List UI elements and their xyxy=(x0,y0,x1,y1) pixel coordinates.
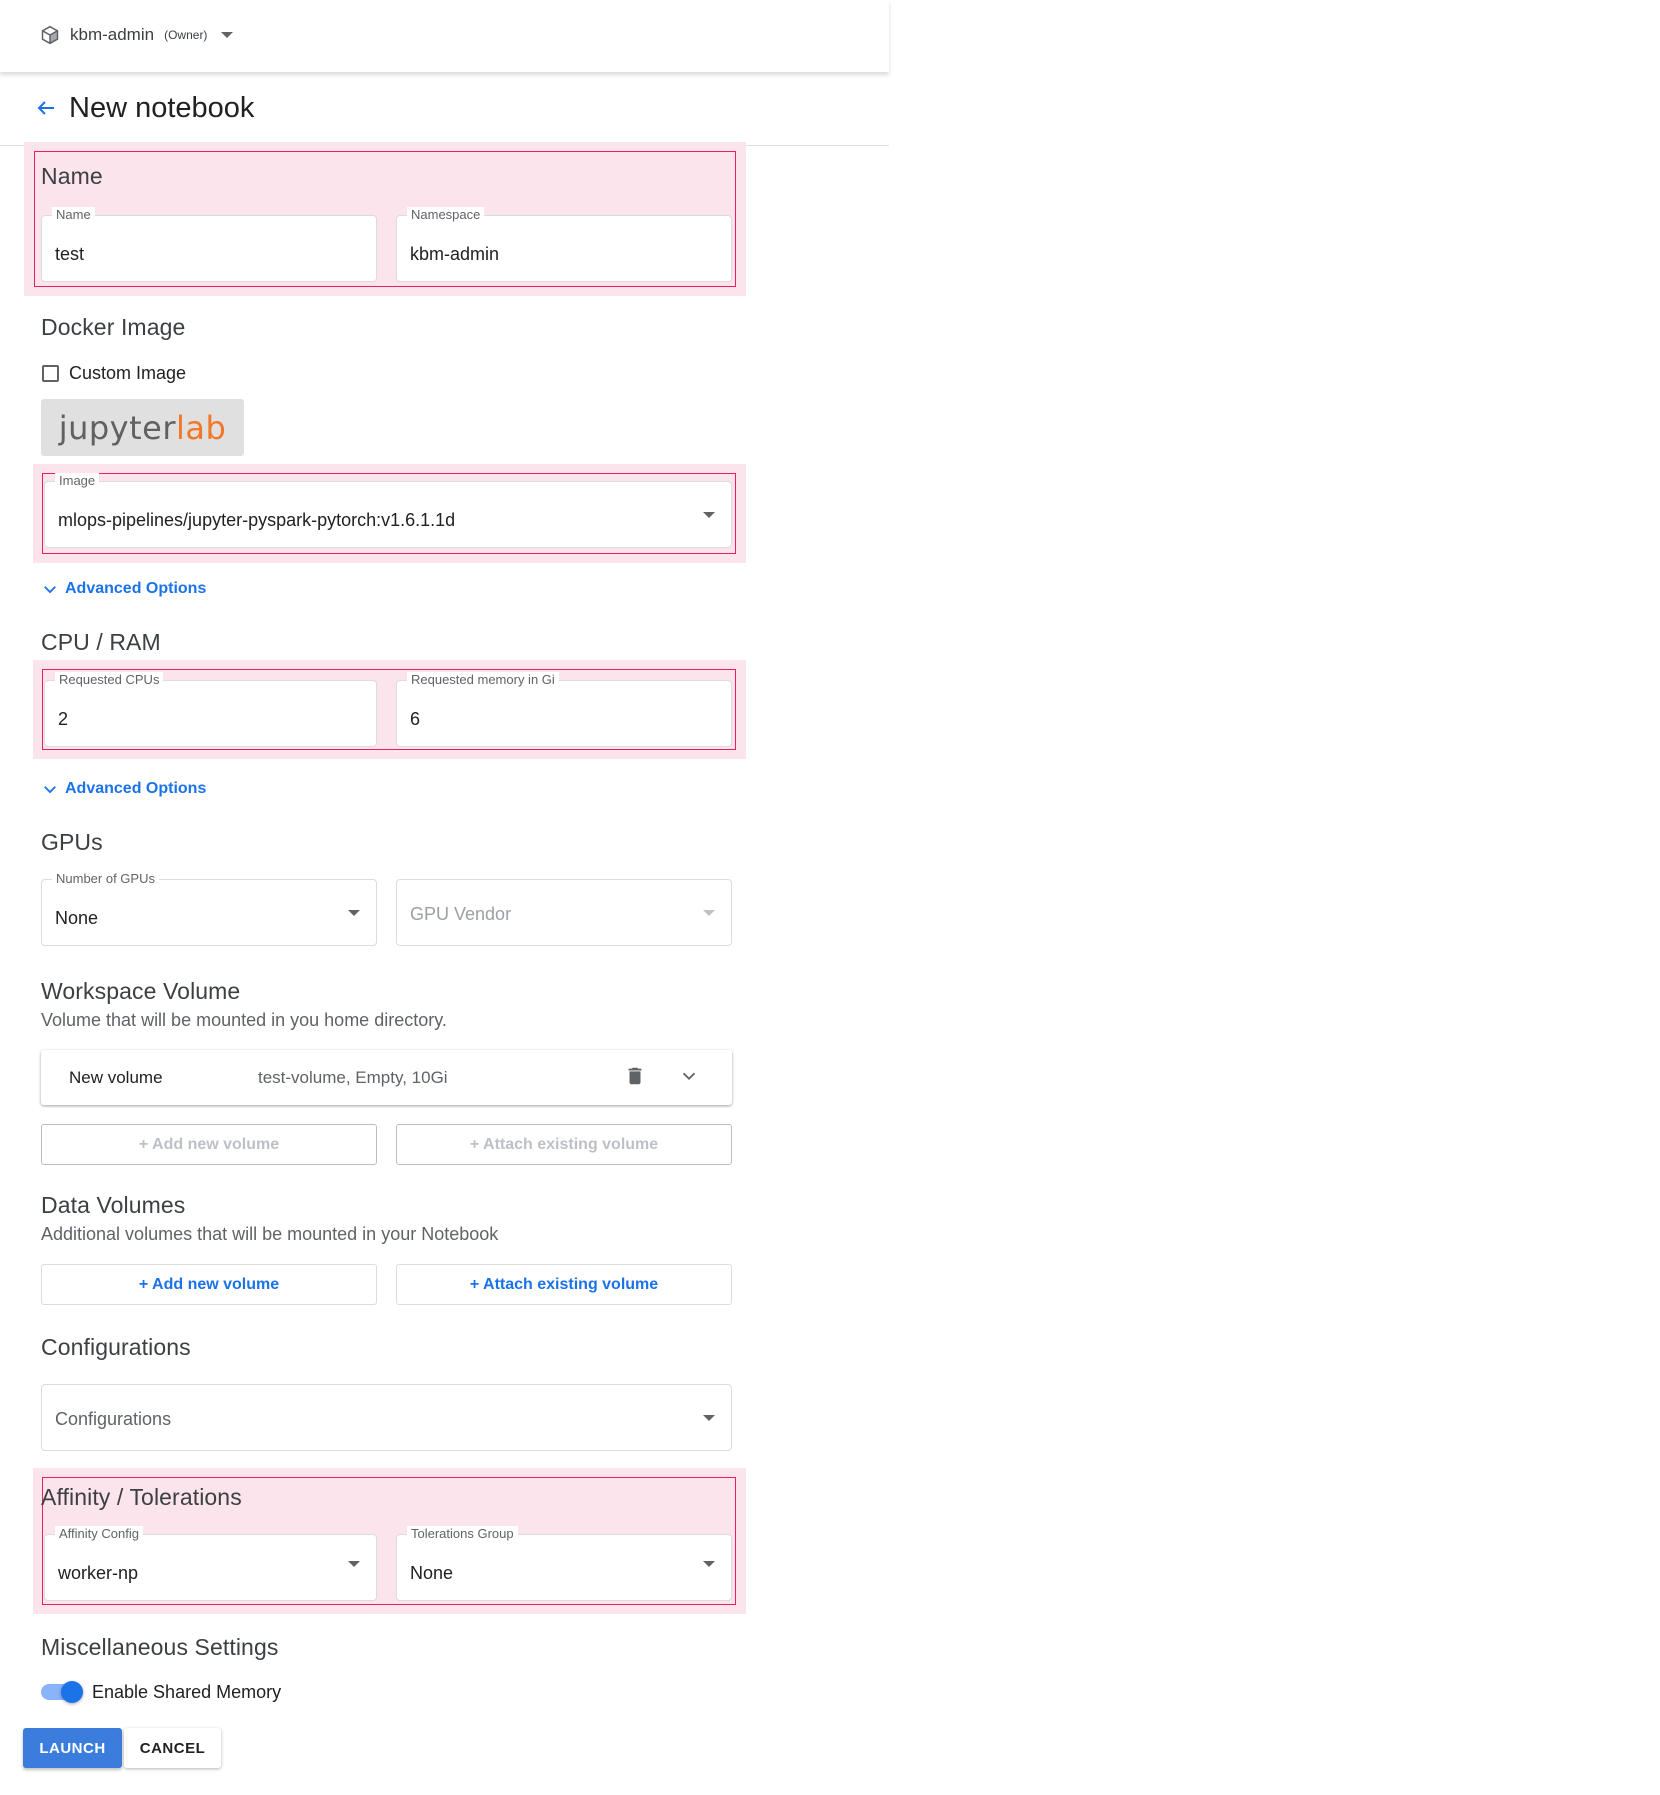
data-add-new-volume-button[interactable]: + Add new volume xyxy=(41,1264,377,1305)
gpu-count-value: None xyxy=(55,908,99,928)
cpu-advanced-label: Advanced Options xyxy=(65,780,207,797)
image-select-value: mlops-pipelines/jupyter-pyspark-pytorch:… xyxy=(58,510,456,530)
shared-memory-toggle-thumb[interactable] xyxy=(61,1681,83,1703)
data-volumes-section-description: Additional volumes that will be mounted … xyxy=(41,1224,499,1244)
chevron-down-icon xyxy=(44,586,56,594)
gpu-count-label: Number of GPUs xyxy=(52,871,159,887)
gpu-vendor-placeholder: GPU Vendor xyxy=(410,904,512,924)
chevron-down-icon[interactable] xyxy=(678,1065,700,1087)
tolerations-group-select[interactable]: Tolerations Group None xyxy=(396,1526,732,1601)
misc-section-title: Miscellaneous Settings xyxy=(41,1634,279,1660)
workspace-section-description: Volume that will be mounted in you home … xyxy=(41,1010,447,1030)
docker-advanced-options[interactable]: Advanced Options xyxy=(41,580,206,598)
cpu-field[interactable]: Requested CPUs 2 xyxy=(44,672,377,747)
namespace-field-value: kbm-admin xyxy=(410,244,500,264)
image-select[interactable]: Image mlops-pipelines/jupyter-pyspark-py… xyxy=(44,473,732,548)
affinity-section-title: Affinity / Tolerations xyxy=(41,1484,242,1510)
affinity-config-select[interactable]: Affinity Config worker-np xyxy=(44,1526,377,1601)
caret-down-icon xyxy=(703,1561,715,1567)
memory-field[interactable]: Requested memory in Gi 6 xyxy=(396,672,732,747)
workspace-volume-card[interactable]: New volume test-volume, Empty, 10Gi xyxy=(41,1050,732,1105)
workspace-attach-existing-volume-button[interactable]: + Attach existing volume xyxy=(396,1124,732,1165)
volume-title: New volume xyxy=(69,1068,163,1087)
data-volumes-section-title: Data Volumes xyxy=(41,1192,186,1218)
caret-down-icon xyxy=(221,32,234,38)
namespace-field[interactable]: Namespace kbm-admin xyxy=(396,207,732,282)
name-field[interactable]: Name test xyxy=(41,207,377,282)
caret-down-icon xyxy=(348,910,360,916)
launch-button[interactable]: LAUNCH xyxy=(23,1728,122,1768)
custom-image-checkbox[interactable] xyxy=(42,365,59,382)
configurations-section-title: Configurations xyxy=(41,1334,191,1360)
docker-advanced-label: Advanced Options xyxy=(65,580,207,597)
caret-down-icon xyxy=(703,512,715,518)
data-attach-existing-volume-button[interactable]: + Attach existing volume xyxy=(396,1264,732,1305)
affinity-config-label: Affinity Config xyxy=(55,1526,143,1542)
caret-down-icon xyxy=(348,1561,360,1567)
cancel-button[interactable]: CANCEL xyxy=(124,1728,221,1768)
jupyterlab-logo-tile[interactable]: jupyterlab xyxy=(41,399,244,456)
gpu-vendor-select: GPU Vendor xyxy=(396,879,732,946)
shared-memory-label: Enable Shared Memory xyxy=(92,1682,282,1702)
volume-summary: test-volume, Empty, 10Gi xyxy=(258,1068,448,1087)
logo-lab-text: lab xyxy=(176,408,227,447)
caret-down-icon xyxy=(703,1415,715,1421)
configurations-select[interactable]: Configurations xyxy=(41,1384,732,1451)
cube-icon xyxy=(41,25,59,45)
namespace-name: kbm-admin xyxy=(70,25,155,44)
memory-field-label: Requested memory in Gi xyxy=(407,672,559,688)
logo-jupyter-text: jupyter xyxy=(58,408,176,447)
tolerations-group-label: Tolerations Group xyxy=(407,1526,518,1542)
custom-image-label[interactable]: Custom Image xyxy=(69,363,186,384)
cpu-section-title: CPU / RAM xyxy=(41,629,161,655)
trash-icon[interactable] xyxy=(624,1064,646,1088)
docker-section-title: Docker Image xyxy=(41,314,186,340)
tolerations-group-value: None xyxy=(410,1563,454,1583)
namespace-selector[interactable]: kbm-admin (Owner) xyxy=(40,20,234,50)
workspace-section-title: Workspace Volume xyxy=(41,978,241,1004)
gpu-section-title: GPUs xyxy=(41,829,103,855)
workspace-add-new-volume-button[interactable]: + Add new volume xyxy=(41,1124,377,1165)
cpu-field-label: Requested CPUs xyxy=(55,672,164,688)
cpu-field-value: 2 xyxy=(58,709,69,729)
chevron-down-icon xyxy=(44,786,56,794)
caret-down-icon xyxy=(703,910,715,916)
arrow-left-icon[interactable] xyxy=(34,96,58,120)
namespace-field-label: Namespace xyxy=(407,207,485,223)
memory-field-value: 6 xyxy=(410,709,421,729)
name-field-value: test xyxy=(55,244,85,264)
page-title: New notebook xyxy=(69,92,255,124)
configurations-placeholder: Configurations xyxy=(55,1409,172,1429)
cpu-advanced-options[interactable]: Advanced Options xyxy=(41,780,206,798)
image-select-label: Image xyxy=(55,473,100,489)
jupyterlab-logo: jupyterlab xyxy=(59,409,227,447)
name-field-label: Name xyxy=(52,207,95,223)
namespace-role: (Owner) xyxy=(164,28,208,42)
name-section-title: Name xyxy=(41,163,103,189)
gpu-count-select[interactable]: Number of GPUs None xyxy=(41,871,377,946)
affinity-config-value: worker-np xyxy=(58,1563,139,1583)
